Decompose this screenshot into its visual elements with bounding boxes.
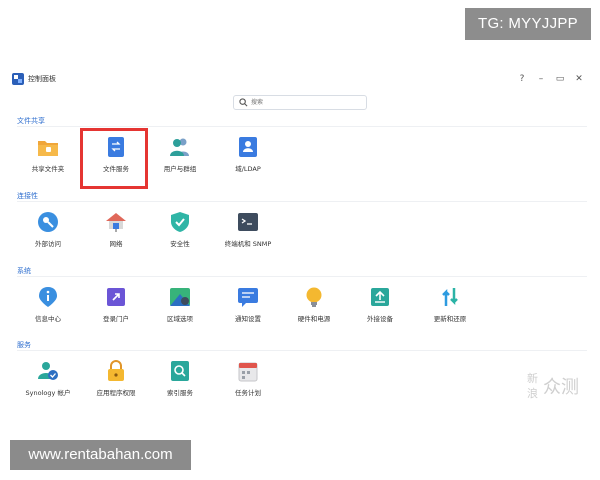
network-icon bbox=[106, 213, 126, 232]
task-scheduler-icon bbox=[238, 362, 258, 382]
section-title-services: 服务 bbox=[17, 341, 31, 349]
highlight-box bbox=[80, 128, 148, 189]
tile-label: 更新和还原 bbox=[433, 315, 467, 323]
external-access-icon bbox=[38, 212, 58, 232]
search-box[interactable] bbox=[233, 95, 367, 110]
section-divider bbox=[17, 276, 587, 277]
tile-domain-ldap[interactable]: 域/LDAP bbox=[208, 136, 288, 173]
watermark-char: 浪 bbox=[527, 387, 538, 400]
regional-options-icon bbox=[170, 288, 190, 306]
tile-label: 终端机和 SNMP bbox=[224, 240, 272, 248]
top-watermark-tag: TG: MYYJJPP bbox=[465, 8, 591, 40]
update-restore-icon bbox=[442, 288, 458, 306]
control-panel-window: 控制面板 ? – ▭ ✕ 文件共享 共享文件夹 bbox=[8, 70, 592, 410]
watermark-char: 新 bbox=[527, 372, 538, 385]
window-controls: ? – ▭ ✕ bbox=[517, 73, 584, 85]
login-portal-icon bbox=[107, 288, 125, 306]
external-devices-icon bbox=[371, 288, 389, 306]
maximize-button[interactable]: ▭ bbox=[555, 73, 565, 85]
section-title-connectivity: 连接性 bbox=[17, 192, 38, 200]
section-title-system: 系统 bbox=[17, 267, 31, 275]
tile-external-devices[interactable]: 外接设备 bbox=[340, 286, 420, 323]
tile-task-scheduler[interactable]: 任务计划 bbox=[208, 360, 288, 397]
section-divider bbox=[17, 126, 587, 127]
indexing-service-icon bbox=[171, 361, 189, 381]
section-divider bbox=[17, 350, 587, 351]
users-icon bbox=[170, 138, 189, 156]
tile-update-restore[interactable]: 更新和还原 bbox=[410, 286, 490, 323]
search-icon bbox=[239, 98, 248, 107]
domain-icon bbox=[239, 137, 257, 157]
title-bar: 控制面板 ? – ▭ ✕ bbox=[8, 70, 592, 90]
screenshot-page: TG: MYYJJPP 控制面板 ? – ▭ ✕ 文件共享 bbox=[0, 0, 600, 480]
window-title: 控制面板 bbox=[28, 75, 56, 83]
help-button[interactable]: ? bbox=[517, 73, 527, 85]
close-button[interactable]: ✕ bbox=[574, 73, 584, 85]
folder-icon bbox=[38, 141, 58, 156]
app-privileges-icon bbox=[108, 360, 124, 381]
section-title-file-sharing: 文件共享 bbox=[17, 117, 45, 125]
hardware-power-icon bbox=[306, 287, 322, 307]
watermark-text: 众测 bbox=[543, 377, 579, 398]
section-divider bbox=[17, 201, 587, 202]
tile-label: 任务计划 bbox=[235, 389, 261, 397]
search-input[interactable] bbox=[251, 97, 361, 108]
tile-label: 外接设备 bbox=[367, 315, 393, 323]
tile-terminal-snmp[interactable]: 终端机和 SNMP bbox=[208, 211, 288, 248]
bottom-watermark-tag: www.rentabahan.com bbox=[10, 440, 191, 470]
corner-watermark: 新 浪 众测 bbox=[527, 370, 589, 404]
terminal-icon bbox=[238, 213, 258, 231]
security-icon bbox=[171, 212, 189, 232]
info-center-icon bbox=[39, 287, 57, 307]
control-panel-logo-icon bbox=[12, 73, 24, 85]
tile-label: 域/LDAP bbox=[235, 165, 261, 173]
minimize-button[interactable]: – bbox=[536, 73, 546, 85]
notification-icon bbox=[238, 288, 258, 307]
synology-account-icon bbox=[38, 362, 58, 380]
